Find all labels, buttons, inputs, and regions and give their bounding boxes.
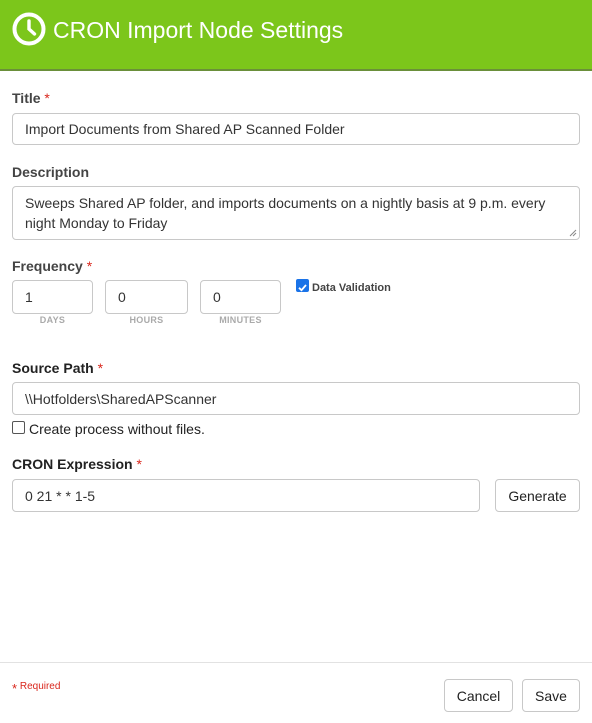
cron-expression-label: CRON Expression *: [12, 456, 142, 472]
data-validation-checkbox[interactable]: [296, 279, 309, 292]
cancel-button[interactable]: Cancel: [444, 679, 513, 712]
description-textarea[interactable]: Sweeps Shared AP folder, and imports doc…: [12, 186, 580, 240]
required-marker: *: [86, 258, 93, 274]
source-path-value: \\Hotfolders\SharedAPScanner: [25, 390, 217, 407]
description-label-text: Description: [12, 164, 90, 180]
required-marker: *: [97, 360, 104, 376]
minutes-value: 0: [213, 289, 221, 305]
title-label: Title *: [12, 90, 50, 106]
frequency-label-text: Frequency: [12, 258, 83, 274]
title-label-text: Title: [12, 90, 41, 106]
source-path-label: Source Path *: [12, 360, 103, 376]
create-without-files-checkbox[interactable]: [12, 421, 25, 434]
source-path-label-text: Source Path: [12, 360, 94, 376]
days-caption: DAYS: [39, 315, 66, 325]
resize-handle-icon[interactable]: [569, 229, 577, 237]
generate-button[interactable]: Generate: [495, 479, 580, 512]
required-marker: *: [136, 456, 142, 472]
frequency-label: Frequency *: [12, 258, 92, 274]
cron-expression-label-text: CRON Expression: [12, 456, 133, 472]
days-value: 1: [25, 289, 33, 305]
minutes-caption: MINUTES: [219, 315, 262, 325]
cron-expression-input[interactable]: 0 21 * * 1-5: [12, 479, 480, 512]
source-path-input[interactable]: \\Hotfolders\SharedAPScanner: [12, 382, 580, 415]
description-value: Sweeps Shared AP folder, and imports doc…: [25, 195, 546, 231]
title-input-value: Import Documents from Shared AP Scanned …: [25, 121, 345, 137]
footer-divider: [0, 662, 592, 663]
required-note: * Required: [12, 681, 60, 696]
minutes-input[interactable]: 0: [200, 280, 281, 314]
required-note-marker: *: [12, 681, 18, 696]
required-note-text: Required: [19, 681, 61, 692]
save-button[interactable]: Save: [522, 679, 580, 712]
dialog-header: CRON Import Node Settings: [0, 0, 592, 71]
days-input[interactable]: 1: [12, 280, 93, 314]
hours-input[interactable]: 0: [105, 280, 188, 314]
hours-value: 0: [118, 289, 126, 305]
checkmark-icon: [298, 284, 307, 292]
data-validation-label: Data Validation: [312, 282, 391, 294]
hours-caption: HOURS: [129, 315, 164, 325]
dialog-title: CRON Import Node Settings: [53, 17, 344, 43]
clock-icon: [12, 12, 46, 46]
title-input[interactable]: Import Documents from Shared AP Scanned …: [12, 113, 580, 145]
create-without-files-label: Create process without files.: [29, 421, 205, 437]
required-marker: *: [44, 90, 50, 106]
cron-expression-value: 0 21 * * 1-5: [25, 487, 96, 504]
description-label: Description: [12, 164, 89, 180]
